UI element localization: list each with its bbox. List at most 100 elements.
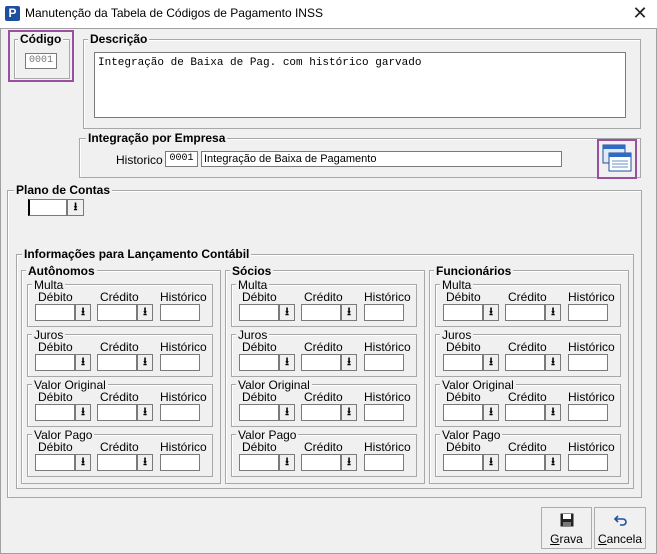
- credito-dropdown-button[interactable]: ⭳: [545, 354, 561, 371]
- debito-input[interactable]: [239, 454, 279, 471]
- historico-input[interactable]: [160, 304, 200, 321]
- debito-dropdown-button[interactable]: ⭳: [483, 354, 499, 371]
- debito-input[interactable]: [239, 404, 279, 421]
- debito-input[interactable]: [443, 304, 483, 321]
- undo-arrow-icon: [613, 514, 628, 526]
- credito-input[interactable]: [301, 404, 341, 421]
- debito-dropdown-button[interactable]: ⭳: [75, 454, 91, 471]
- credito-label: Crédito: [100, 290, 139, 304]
- historico-input[interactable]: [568, 304, 608, 321]
- credito-label: Crédito: [508, 390, 547, 404]
- codigo-input[interactable]: 0001: [25, 53, 57, 69]
- credito-dropdown-button[interactable]: ⭳: [137, 304, 153, 321]
- descricao-input[interactable]: Integração de Baixa de Pag. com históric…: [94, 52, 626, 118]
- app-icon: P: [5, 6, 20, 21]
- debito-label: Débito: [242, 390, 277, 404]
- credito-input[interactable]: [97, 304, 137, 321]
- debito-input[interactable]: [239, 304, 279, 321]
- credito-dropdown-button[interactable]: ⭳: [341, 304, 357, 321]
- debito-label: Débito: [242, 340, 277, 354]
- debito-input[interactable]: [35, 354, 75, 371]
- debito-input[interactable]: [35, 304, 75, 321]
- plano-contas-input[interactable]: [28, 199, 67, 216]
- historico-input[interactable]: [364, 354, 404, 371]
- historico-input[interactable]: [160, 404, 200, 421]
- credito-input[interactable]: [301, 354, 341, 371]
- credito-input[interactable]: [97, 354, 137, 371]
- debito-input[interactable]: [35, 454, 75, 471]
- historico-input[interactable]: [568, 454, 608, 471]
- historico-input[interactable]: [568, 404, 608, 421]
- credito-label: Crédito: [508, 340, 547, 354]
- credito-input[interactable]: [301, 454, 341, 471]
- debito-dropdown-button[interactable]: ⭳: [279, 404, 295, 421]
- debito-label: Débito: [38, 390, 73, 404]
- credito-label: Crédito: [100, 340, 139, 354]
- debito-dropdown-button[interactable]: ⭳: [483, 404, 499, 421]
- historico-input[interactable]: [364, 454, 404, 471]
- credito-input[interactable]: [97, 454, 137, 471]
- historico-input[interactable]: [160, 454, 200, 471]
- credito-input[interactable]: [97, 404, 137, 421]
- debito-input[interactable]: [443, 354, 483, 371]
- historico-input[interactable]: [568, 354, 608, 371]
- integracao-legend: Integração por Empresa: [86, 131, 228, 145]
- floppy-disk-icon: [560, 513, 574, 527]
- debito-dropdown-button[interactable]: ⭳: [75, 304, 91, 321]
- debito-dropdown-button[interactable]: ⭳: [75, 404, 91, 421]
- plano-contas-legend: Plano de Contas: [14, 183, 113, 197]
- plano-contas-dropdown-button[interactable]: ⭳: [67, 199, 84, 216]
- historico-code-input[interactable]: 0001: [165, 151, 198, 167]
- credito-label: Crédito: [304, 290, 343, 304]
- debito-dropdown-button[interactable]: ⭳: [75, 354, 91, 371]
- close-icon[interactable]: ✕: [628, 2, 652, 24]
- debito-input[interactable]: [239, 354, 279, 371]
- debito-dropdown-button[interactable]: ⭳: [483, 304, 499, 321]
- debito-dropdown-button[interactable]: ⭳: [279, 454, 295, 471]
- debito-input[interactable]: [35, 404, 75, 421]
- info-legend: Informações para Lançamento Contábil: [22, 247, 252, 261]
- historico-col-label: Histórico: [568, 290, 615, 304]
- autonomos-legend: Autônomos: [26, 264, 97, 278]
- debito-label: Débito: [242, 440, 277, 454]
- windows-stack-icon[interactable]: [601, 143, 633, 175]
- credito-dropdown-button[interactable]: ⭳: [341, 354, 357, 371]
- credito-input[interactable]: [505, 404, 545, 421]
- grava-button[interactable]: Grava: [541, 507, 592, 549]
- debito-label: Débito: [446, 290, 481, 304]
- credito-input[interactable]: [301, 304, 341, 321]
- credito-input[interactable]: [505, 354, 545, 371]
- debito-input[interactable]: [443, 404, 483, 421]
- historico-text-input[interactable]: Integração de Baixa de Pagamento: [201, 151, 562, 167]
- credito-dropdown-button[interactable]: ⭳: [545, 454, 561, 471]
- historico-col-label: Histórico: [160, 340, 207, 354]
- historico-col-label: Histórico: [364, 440, 411, 454]
- credito-input[interactable]: [505, 304, 545, 321]
- historico-col-label: Histórico: [364, 390, 411, 404]
- credito-label: Crédito: [100, 390, 139, 404]
- debito-input[interactable]: [443, 454, 483, 471]
- credito-dropdown-button[interactable]: ⭳: [137, 404, 153, 421]
- window-title: Manutenção da Tabela de Códigos de Pagam…: [25, 6, 323, 20]
- historico-input[interactable]: [160, 354, 200, 371]
- credito-dropdown-button[interactable]: ⭳: [341, 454, 357, 471]
- historico-col-label: Histórico: [364, 340, 411, 354]
- historico-col-label: Histórico: [568, 440, 615, 454]
- debito-label: Débito: [446, 340, 481, 354]
- cancela-button[interactable]: Cancela: [594, 507, 646, 549]
- credito-dropdown-button[interactable]: ⭳: [545, 404, 561, 421]
- debito-dropdown-button[interactable]: ⭳: [279, 304, 295, 321]
- credito-input[interactable]: [505, 454, 545, 471]
- historico-input[interactable]: [364, 404, 404, 421]
- historico-col-label: Histórico: [160, 290, 207, 304]
- credito-dropdown-button[interactable]: ⭳: [545, 304, 561, 321]
- debito-label: Débito: [38, 340, 73, 354]
- credito-dropdown-button[interactable]: ⭳: [341, 404, 357, 421]
- debito-label: Débito: [446, 440, 481, 454]
- debito-dropdown-button[interactable]: ⭳: [483, 454, 499, 471]
- credito-dropdown-button[interactable]: ⭳: [137, 454, 153, 471]
- historico-input[interactable]: [364, 304, 404, 321]
- debito-dropdown-button[interactable]: ⭳: [279, 354, 295, 371]
- credito-dropdown-button[interactable]: ⭳: [137, 354, 153, 371]
- debito-label: Débito: [242, 290, 277, 304]
